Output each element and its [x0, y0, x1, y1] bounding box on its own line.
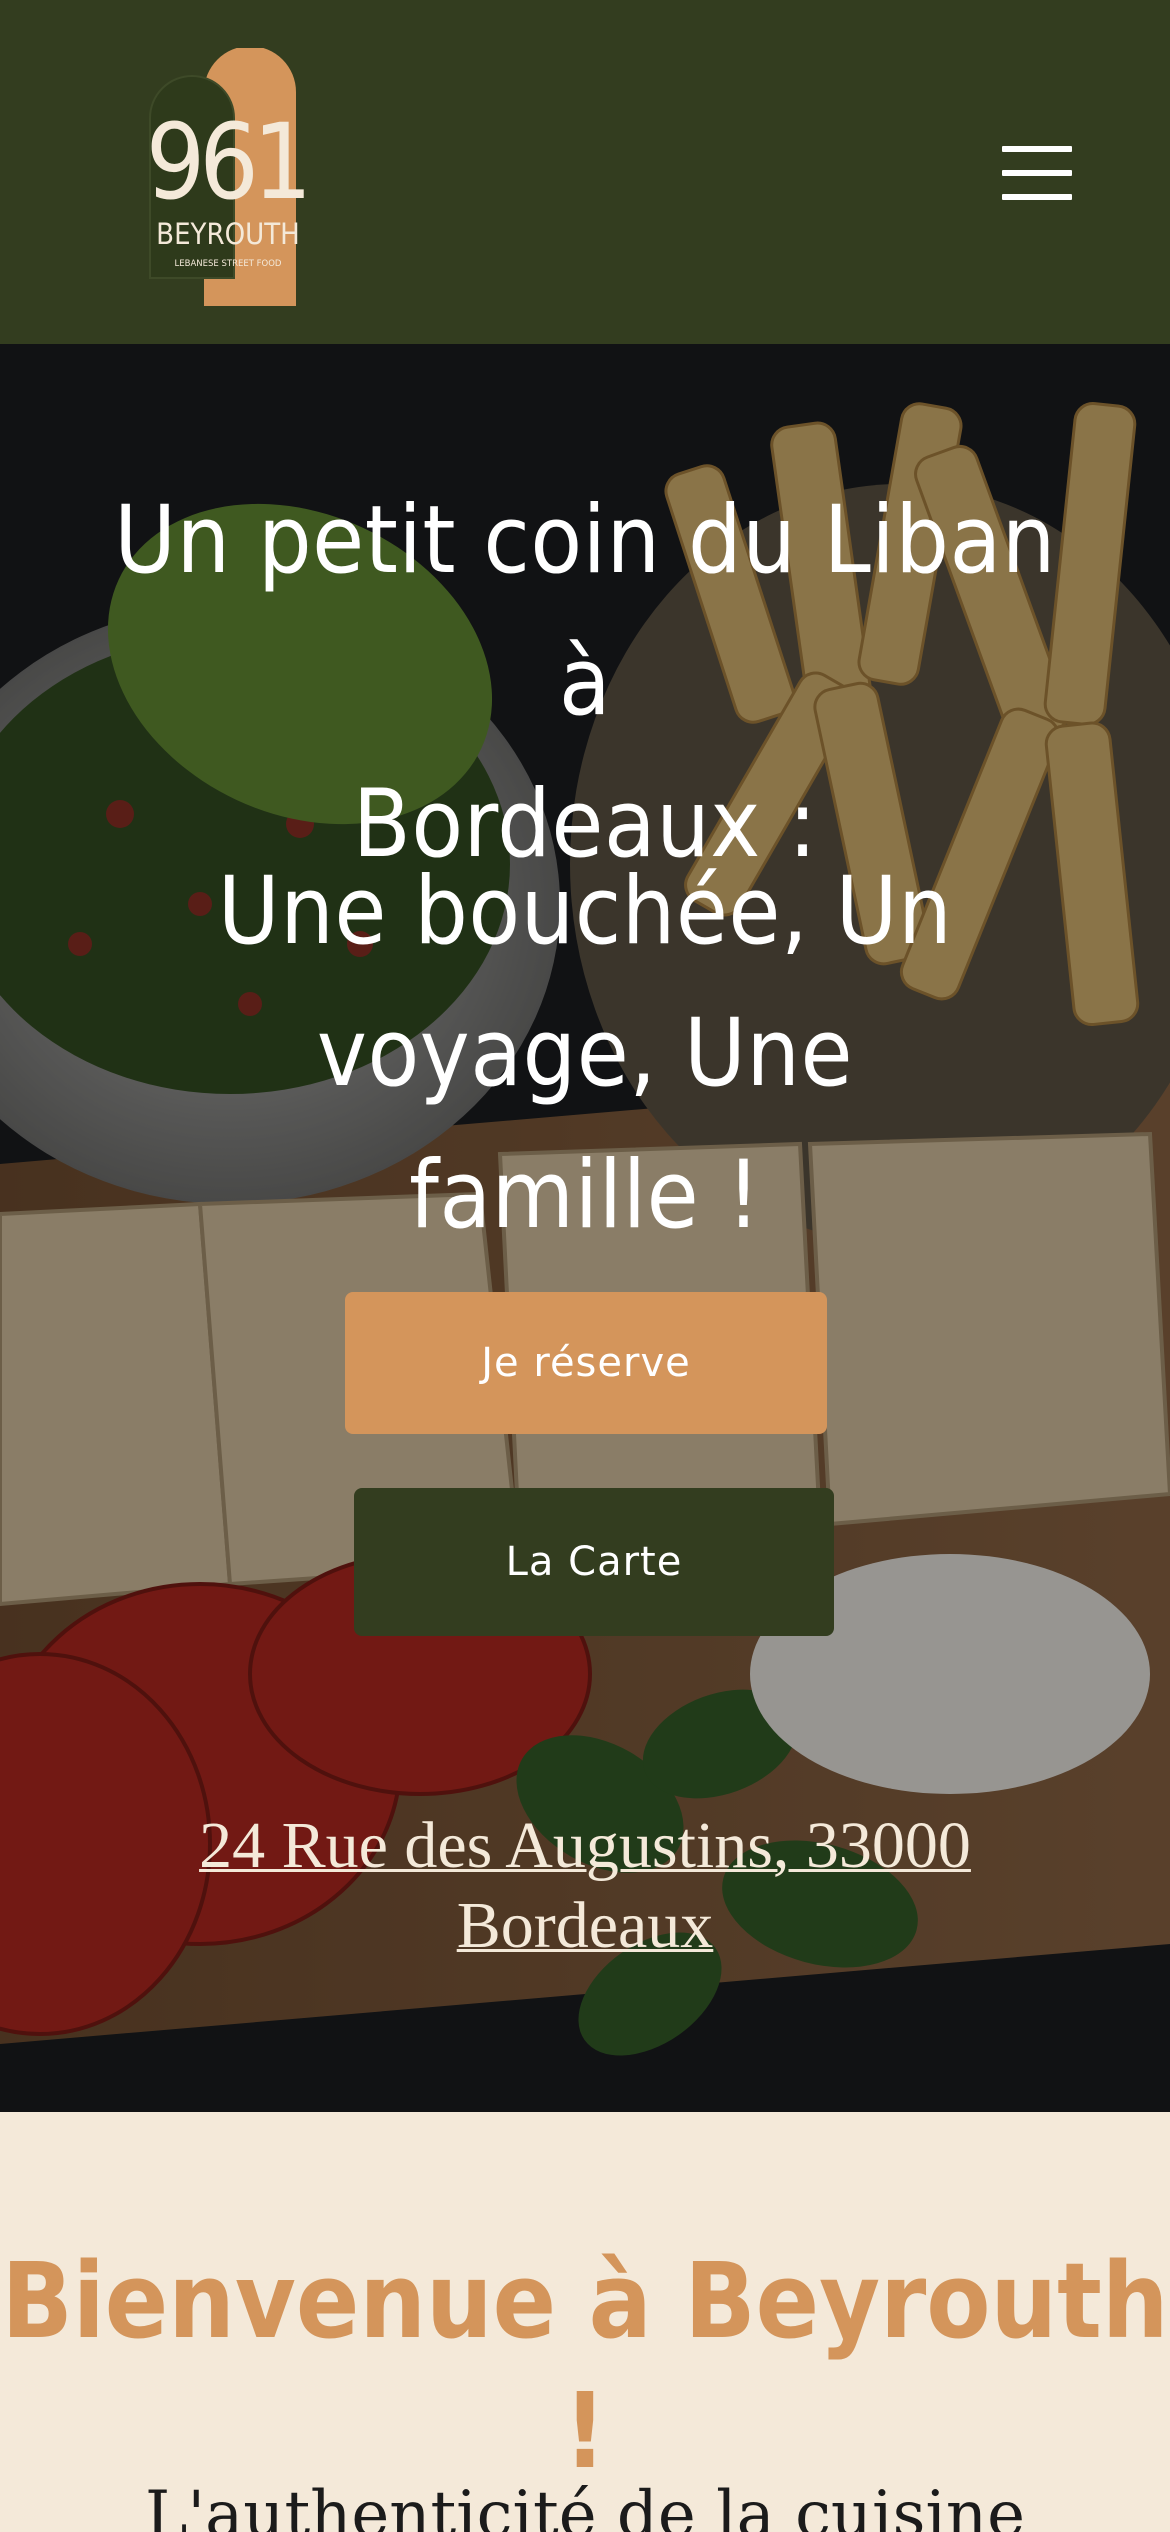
menu-bar	[1002, 170, 1072, 176]
menu-bar	[1002, 194, 1072, 200]
welcome-title: Bienvenue à Beyrouth !	[1, 2240, 1169, 2492]
hero-headline: Un petit coin du Liban à Bordeaux :	[90, 470, 1080, 896]
hamburger-menu-icon[interactable]	[996, 140, 1078, 206]
address-link[interactable]: 24 Rue des Augustins, 33000 Bordeaux	[80, 1806, 1090, 1966]
hero-section: Un petit coin du Liban à Bordeaux : Une …	[0, 344, 1170, 2112]
hero-subline: Une bouchée, Un voyage, Une famille !	[90, 841, 1080, 1267]
hero-subline-line: Une bouchée, Un voyage, Une	[217, 857, 953, 1108]
menu-bar	[1002, 146, 1072, 152]
menu-card-button[interactable]: La Carte	[354, 1488, 834, 1636]
logo-number: 961	[148, 101, 306, 223]
reserve-button[interactable]: Je réserve	[345, 1292, 827, 1434]
hero-subline-line: famille !	[409, 1141, 761, 1250]
hero-headline-line: Un petit coin du Liban à	[114, 486, 1056, 737]
address-line: 24 Rue des Augustins, 33000	[199, 1809, 971, 1882]
welcome-intro-text: L'authenticité de la cuisine	[144, 2478, 1026, 2532]
brand-logo[interactable]: 961 BEYROUTH LEBANESE STREET FOOD	[148, 48, 308, 308]
site-header: 961 BEYROUTH LEBANESE STREET FOOD	[0, 0, 1170, 344]
address-line: Bordeaux	[456, 1889, 714, 1962]
logo-tagline: LEBANESE STREET FOOD	[175, 259, 282, 269]
logo-name: BEYROUTH	[156, 217, 300, 251]
